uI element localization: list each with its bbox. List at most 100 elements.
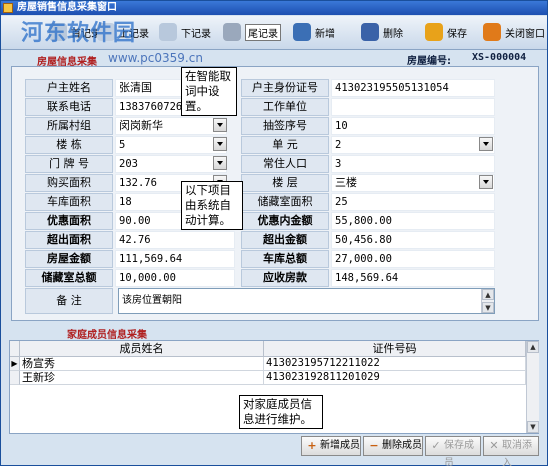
village-select[interactable]: 闵岗新华 [115, 117, 227, 135]
save-label: 保存 [447, 28, 467, 40]
excess-amount-label: 超出金额 [241, 231, 329, 249]
receivable-label: 应收房款 [241, 269, 329, 287]
receivable-value: 148,569.64 [331, 269, 495, 287]
remark-label: 备 注 [25, 288, 113, 314]
column-header-id[interactable]: 证件号码 [264, 341, 526, 357]
village-label: 所属村组 [25, 117, 113, 135]
excess-amount-value: 50,456.80 [331, 231, 495, 249]
close-window-label: 关闭窗口 [505, 28, 545, 40]
excess-area-label: 超出面积 [25, 231, 113, 249]
watermark-url: www.pc0359.cn [108, 51, 203, 65]
save-button[interactable]: 保存 [425, 21, 467, 43]
work-unit-label: 工作单位 [241, 98, 329, 116]
unit-select[interactable]: 2 [331, 136, 495, 154]
garage-area-label: 车库面积 [25, 193, 113, 211]
last-record-button[interactable]: 尾记录 [223, 21, 281, 43]
cancel-add-button[interactable]: ✕ 取消添入 [483, 436, 539, 466]
building-select[interactable]: 5 [115, 136, 227, 154]
residents-field[interactable]: 3 [331, 155, 495, 173]
owner-id-label: 户主身份证号 [241, 79, 329, 97]
discount-amount-value: 55,800.00 [331, 212, 495, 230]
floor-label: 楼 层 [241, 174, 329, 192]
save-icon [425, 23, 443, 41]
delete-member-button[interactable]: − 删除成员 [363, 436, 423, 456]
current-row-indicator-icon: ▶ [10, 357, 20, 371]
new-label: 新增 [315, 28, 335, 40]
floor-select[interactable]: 三楼 [331, 174, 495, 192]
lottery-no-field[interactable]: 10 [331, 117, 495, 135]
title-bar: 房屋销售信息采集窗口 [1, 1, 547, 15]
building-dropdown-arrow-icon[interactable] [213, 137, 227, 151]
close-icon: ✕ [489, 439, 499, 452]
smart-term-tip: 在智能取词中设置。 [181, 67, 237, 116]
remark-scroll-down-icon[interactable]: ▼ [482, 302, 494, 313]
door-no-label: 门 牌 号 [25, 155, 113, 173]
add-member-label: 新增成员 [320, 440, 360, 451]
house-total-value: 111,569.64 [115, 250, 235, 268]
residents-label: 常住人口 [241, 155, 329, 173]
next-record-button[interactable]: 下记录 [159, 21, 211, 43]
table-scroll-up-icon[interactable]: ▲ [527, 341, 539, 353]
discount-amount-label: 优惠内金额 [241, 212, 329, 230]
delete-icon [361, 23, 379, 41]
storage-total-label: 储藏室总额 [25, 269, 113, 287]
new-icon [293, 23, 311, 41]
door-no-select[interactable]: 203 [115, 155, 227, 173]
storage-total-value: 10,000.00 [115, 269, 235, 287]
table-cell-id[interactable]: 413023195712211022 [264, 357, 526, 371]
next-record-label: 下记录 [181, 28, 211, 40]
app-icon [3, 3, 13, 13]
save-member-button[interactable]: ✓ 保存成员 [425, 436, 481, 466]
family-section-title: 家庭成员信息采集 [67, 330, 147, 341]
discount-area-label: 优惠面积 [25, 212, 113, 230]
row-indicator [10, 371, 20, 385]
column-header-name[interactable]: 成员姓名 [20, 341, 264, 357]
delete-member-label: 删除成员 [382, 440, 422, 451]
house-total-label: 房屋金额 [25, 250, 113, 268]
table-cell-name[interactable]: 杨宣秀 [20, 357, 264, 371]
excess-area-value: 42.76 [115, 231, 235, 249]
family-maintain-tip: 对家庭成员信息进行维护。 [239, 395, 323, 429]
table-scroll-down-icon[interactable]: ▼ [527, 421, 539, 433]
table-cell-name[interactable]: 王新珍 [20, 371, 264, 385]
remark-scrollbar[interactable]: ▲ ▼ [481, 289, 494, 313]
house-no-value: XS-000004 [472, 52, 527, 63]
door-no-dropdown-arrow-icon[interactable] [213, 156, 227, 170]
last-record-label: 尾记录 [245, 23, 281, 41]
plus-icon: + [307, 439, 317, 452]
checkmark-icon: ✓ [431, 439, 441, 452]
table-scrollbar[interactable]: ▲ ▼ [526, 341, 539, 433]
village-dropdown-arrow-icon[interactable] [213, 118, 227, 132]
storage-area-label: 储藏室面积 [241, 193, 329, 211]
remark-textarea[interactable]: 该房位置朝阳 [118, 288, 495, 314]
building-label: 楼 栋 [25, 136, 113, 154]
lottery-no-label: 抽签序号 [241, 117, 329, 135]
garage-total-label: 车库总额 [241, 250, 329, 268]
house-no-label: 房屋编号: [407, 56, 451, 67]
table-cell-id[interactable]: 413023192811201029 [264, 371, 526, 385]
app-window: 房屋销售信息采集窗口 首记录 上记录 下记录 尾记录 新增 删除 保存 关闭窗口… [0, 0, 548, 466]
unit-label: 单 元 [241, 136, 329, 154]
floor-dropdown-arrow-icon[interactable] [479, 175, 493, 189]
storage-area-field[interactable]: 25 [331, 193, 495, 211]
add-member-button[interactable]: + 新增成员 [301, 436, 361, 456]
phone-label: 联系电话 [25, 98, 113, 116]
cancel-add-label: 取消添入 [502, 440, 532, 466]
garage-total-value: 27,000.00 [331, 250, 495, 268]
close-window-button[interactable]: 关闭窗口 [483, 21, 545, 43]
last-record-icon [223, 23, 241, 41]
owner-name-label: 户主姓名 [25, 79, 113, 97]
delete-button[interactable]: 删除 [361, 21, 403, 43]
row-header-corner [10, 341, 20, 357]
remark-scroll-up-icon[interactable]: ▲ [482, 289, 494, 300]
owner-id-field[interactable]: 413023195505131054 [331, 79, 495, 97]
next-record-icon [159, 23, 177, 41]
purchase-area-label: 购买面积 [25, 174, 113, 192]
minus-icon: − [369, 439, 379, 452]
new-button[interactable]: 新增 [293, 21, 335, 43]
delete-label: 删除 [383, 28, 403, 40]
work-unit-field[interactable] [331, 98, 495, 116]
watermark-logo-text: 河东软件园 [21, 21, 137, 46]
unit-dropdown-arrow-icon[interactable] [479, 137, 493, 151]
save-member-label: 保存成员 [444, 440, 474, 466]
